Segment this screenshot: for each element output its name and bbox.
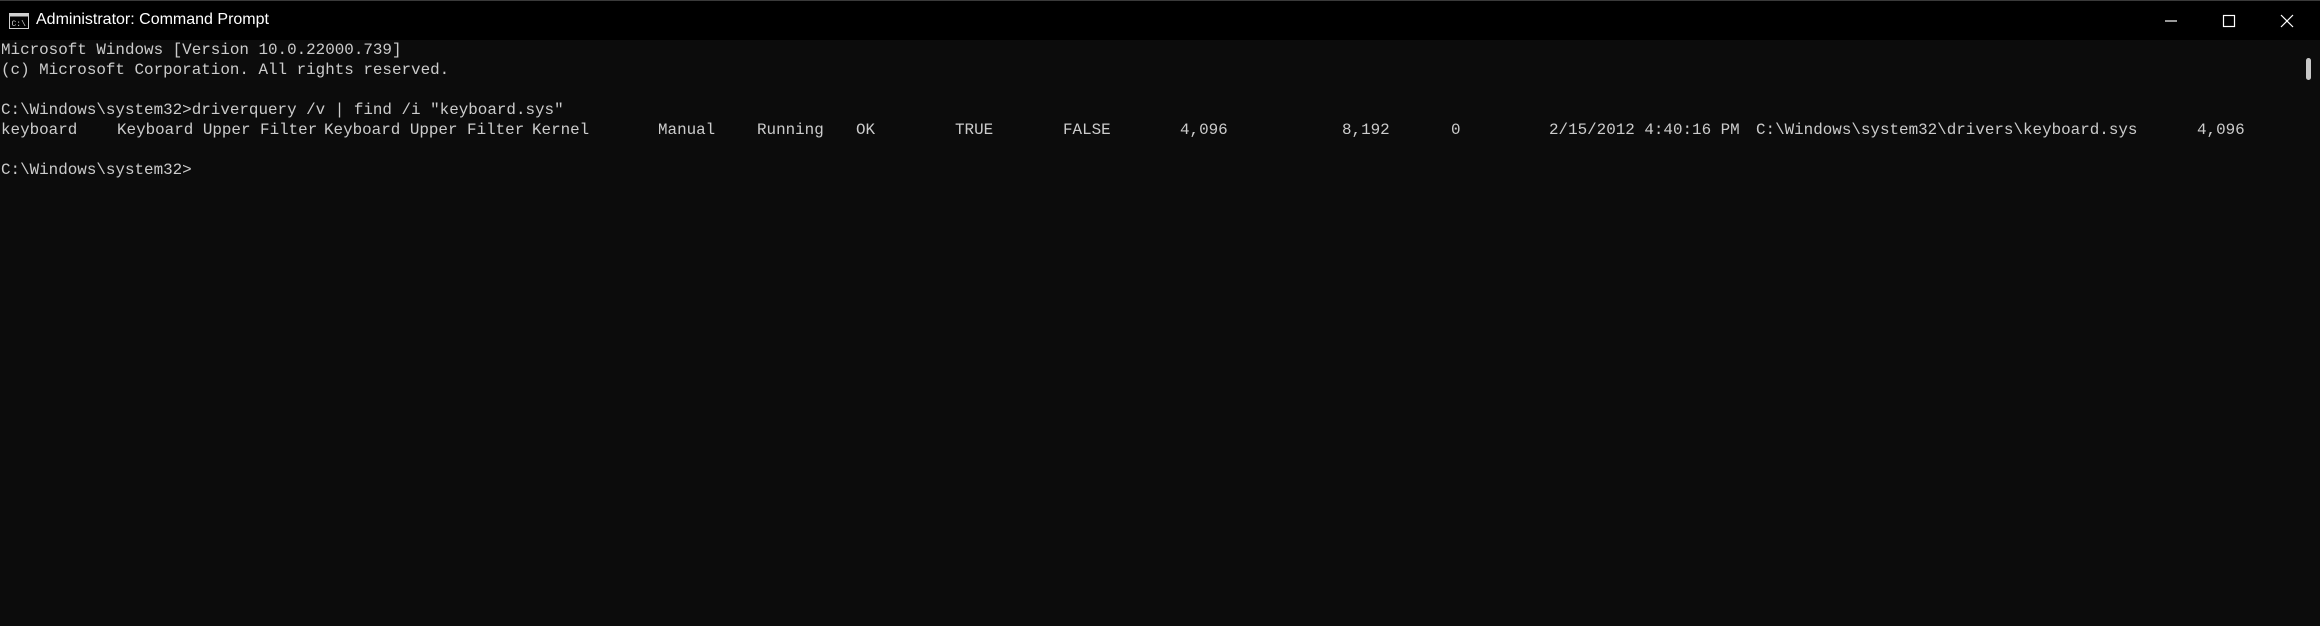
driver-type-cell: Kernel — [532, 121, 590, 139]
command-line: C:\Windows\system32>driverquery /v | fin… — [1, 101, 564, 119]
description-cell: Keyboard Upper Filter — [324, 121, 525, 139]
path-cell: C:\Windows\system32\drivers\keyboard.sys — [1756, 121, 2138, 139]
title-bar[interactable]: C:\ Administrator: Command Prompt — [0, 0, 2320, 40]
minimize-button[interactable] — [2142, 1, 2200, 41]
console-output[interactable]: Microsoft Windows [Version 10.0.22000.73… — [0, 40, 2300, 626]
minimize-icon — [2165, 20, 2177, 22]
link-date-cell: 2/15/2012 4:40:16 PM — [1549, 121, 1740, 139]
maximize-button[interactable] — [2200, 1, 2258, 41]
code-size-cell: 8,192 — [1342, 121, 1390, 139]
accept-pause-cell: FALSE — [1063, 121, 1111, 139]
module-name-cell: keyboard — [1, 121, 78, 139]
display-name-cell: Keyboard Upper Filter — [117, 121, 318, 139]
start-mode-cell: Manual — [658, 121, 716, 139]
command-prompt-window: C:\ Administrator: Command Prompt Micros… — [0, 0, 2320, 626]
version-line: Microsoft Windows [Version 10.0.22000.73… — [1, 41, 402, 59]
bss-cell: 0 — [1451, 121, 1461, 139]
maximize-icon — [2222, 14, 2236, 28]
status-cell: OK — [856, 121, 876, 139]
state-cell: Running — [757, 121, 824, 139]
close-icon — [2280, 14, 2294, 28]
close-button[interactable] — [2258, 1, 2316, 41]
driver-result-row: keyboard Keyboard Upper Filter Keyboard … — [0, 120, 2300, 140]
vertical-scrollbar[interactable] — [2300, 40, 2320, 626]
cmd-icon: C:\ — [9, 13, 29, 29]
paged-pool-cell: 4,096 — [1180, 121, 1228, 139]
window-title: Administrator: Command Prompt — [36, 11, 269, 28]
accept-stop-cell: TRUE — [955, 121, 994, 139]
init-size-cell: 4,096 — [2197, 121, 2245, 139]
svg-text:C:\: C:\ — [12, 20, 27, 29]
prompt-line: C:\Windows\system32> — [1, 161, 192, 179]
copyright-line: (c) Microsoft Corporation. All rights re… — [1, 61, 450, 79]
scrollbar-thumb[interactable] — [2306, 58, 2311, 80]
